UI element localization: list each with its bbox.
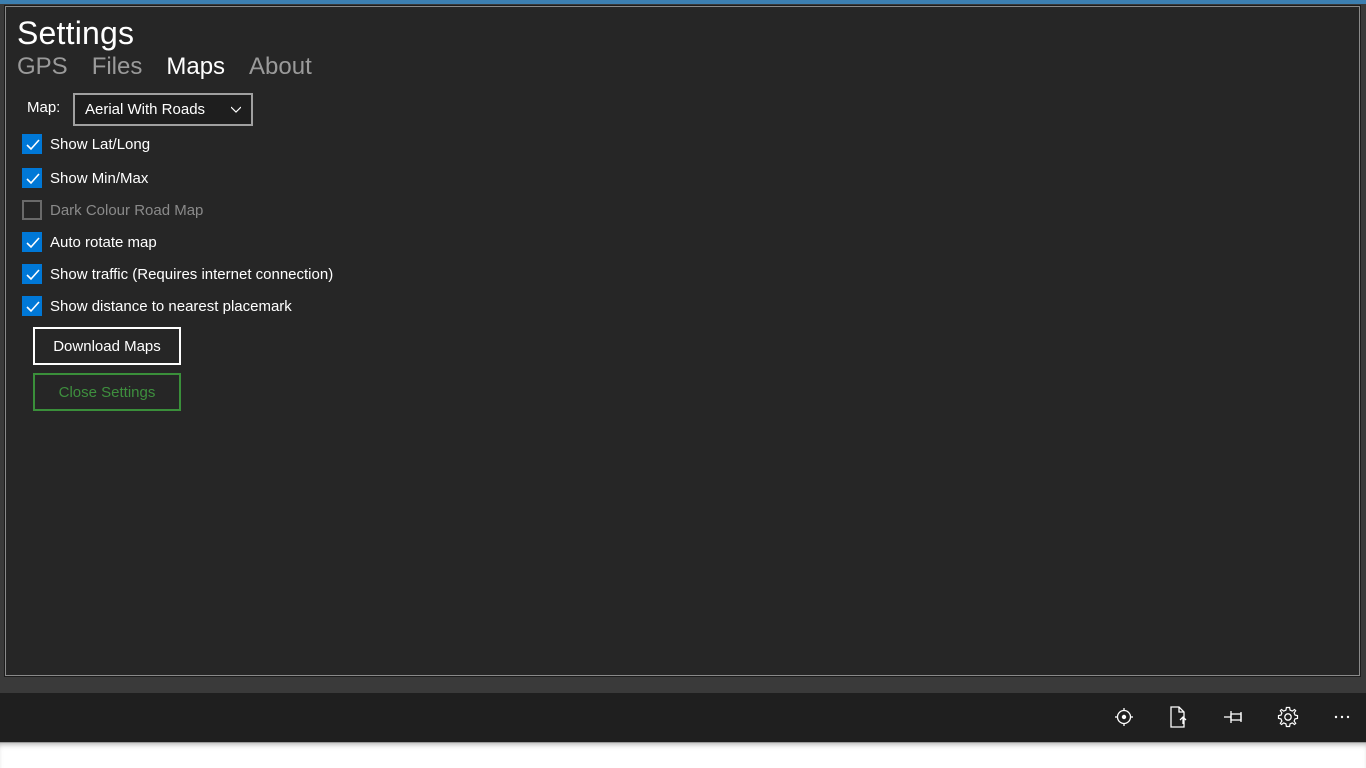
option-label: Show distance to nearest placemark (50, 297, 292, 315)
map-type-label: Map: (27, 99, 61, 116)
checkbox-checked[interactable] (22, 296, 42, 316)
window-bottom-edge (0, 742, 1366, 768)
map-type-row: Map: Aerial With Roads (27, 93, 253, 126)
option-auto-rotate-map[interactable]: Auto rotate map (22, 232, 157, 252)
locate-icon[interactable] (1112, 705, 1136, 729)
map-type-selected-value: Aerial With Roads (85, 101, 206, 118)
tab-files[interactable]: Files (92, 52, 143, 82)
app-command-bar (0, 693, 1366, 742)
settings-panel: Settings GPS Files Maps About Map: Aeria… (4, 5, 1361, 677)
pin-icon[interactable] (1222, 705, 1246, 729)
window-top-accent-line (0, 0, 1366, 4)
tab-gps[interactable]: GPS (17, 52, 68, 82)
chevron-down-icon (231, 106, 241, 113)
checkmark-icon (26, 173, 40, 185)
download-maps-button[interactable]: Download Maps (33, 327, 181, 365)
export-file-icon[interactable] (1166, 705, 1190, 729)
option-label: Show Min/Max (50, 169, 149, 187)
checkbox-checked[interactable] (22, 232, 42, 252)
checkbox-checked[interactable] (22, 134, 42, 154)
option-dark-colour-road-map: Dark Colour Road Map (22, 200, 203, 220)
option-label: Show traffic (Requires internet connecti… (50, 265, 334, 283)
checkmark-icon (26, 139, 40, 151)
option-show-min-max[interactable]: Show Min/Max (22, 168, 148, 188)
option-label: Dark Colour Road Map (50, 201, 204, 219)
gear-icon[interactable] (1276, 705, 1300, 729)
map-type-select[interactable]: Aerial With Roads (73, 93, 253, 126)
page-title: Settings (17, 15, 135, 51)
option-show-traffic[interactable]: Show traffic (Requires internet connecti… (22, 264, 333, 284)
app-window: Settings GPS Files Maps About Map: Aeria… (0, 0, 1366, 742)
option-label: Auto rotate map (50, 233, 157, 251)
settings-tabs: GPS Files Maps About (17, 52, 336, 82)
option-show-lat-long[interactable]: Show Lat/Long (22, 134, 150, 154)
checkmark-icon (26, 237, 40, 249)
checkmark-icon (26, 301, 40, 313)
tab-about[interactable]: About (249, 52, 312, 82)
option-show-distance-placemark[interactable]: Show distance to nearest placemark (22, 296, 292, 316)
checkmark-icon (26, 269, 40, 281)
checkbox-checked[interactable] (22, 168, 42, 188)
option-label: Show Lat/Long (50, 135, 151, 153)
checkbox-checked[interactable] (22, 264, 42, 284)
close-settings-button[interactable]: Close Settings (33, 373, 181, 411)
more-icon[interactable] (1330, 705, 1354, 729)
tab-maps[interactable]: Maps (166, 52, 225, 82)
checkbox-unchecked-disabled (22, 200, 42, 220)
